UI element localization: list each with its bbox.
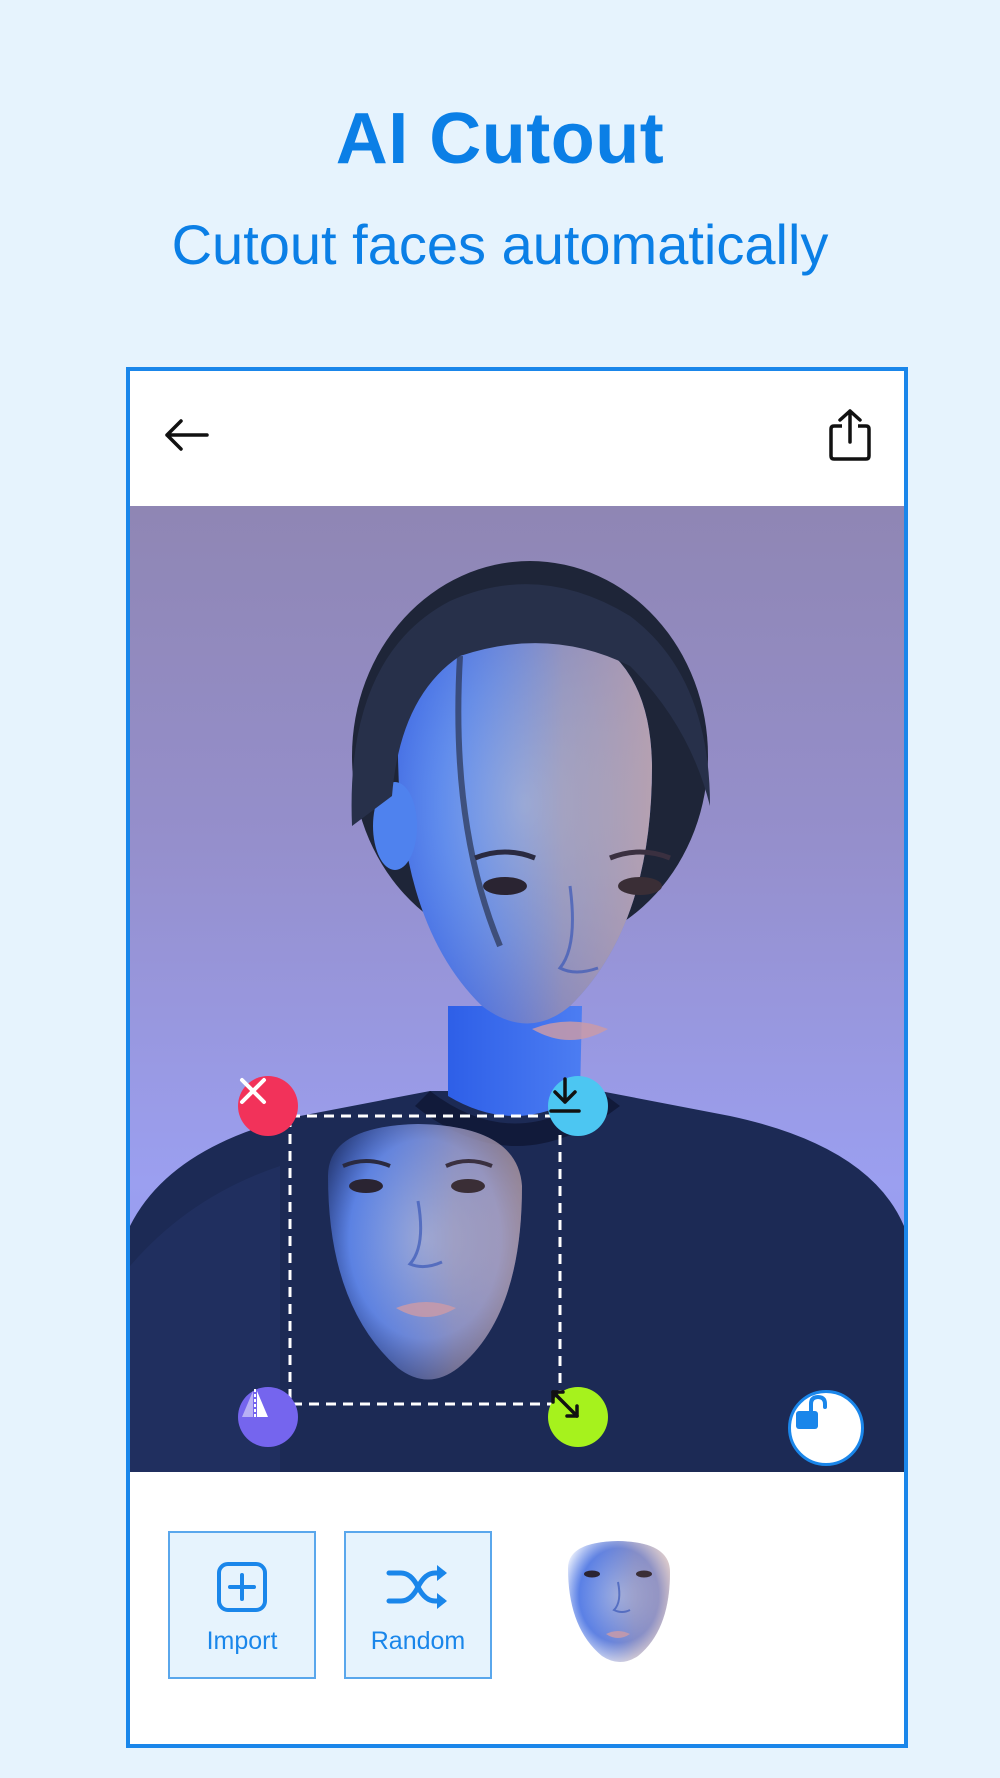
page-title: AI Cutout (335, 99, 665, 179)
shuffle-icon (385, 1559, 451, 1615)
photo-canvas[interactable] (130, 506, 904, 1472)
app-top-bar (130, 371, 904, 506)
back-button[interactable] (158, 407, 214, 463)
plus-square-icon (216, 1559, 268, 1615)
download-handle[interactable] (548, 1076, 608, 1136)
arrow-left-icon (165, 419, 209, 451)
face-thumbnail[interactable] (562, 1538, 674, 1668)
face-thumbnail-image (568, 1541, 670, 1662)
close-icon (240, 1078, 266, 1104)
flip-icon (242, 1389, 268, 1419)
share-icon (829, 409, 871, 461)
import-label: Import (206, 1627, 278, 1655)
random-button[interactable]: Random (344, 1531, 492, 1679)
download-icon (549, 1077, 581, 1113)
face-cutout-image (288, 1114, 562, 1406)
share-button[interactable] (822, 405, 878, 465)
face-cutout-selection[interactable] (268, 1106, 578, 1418)
random-label: Random (370, 1627, 466, 1655)
resize-diagonal-icon (551, 1390, 579, 1418)
resize-handle[interactable] (548, 1387, 608, 1447)
unlock-icon (796, 1394, 827, 1429)
bottom-toolbar: Import Random (130, 1472, 904, 1744)
lock-toggle-button[interactable] (788, 1390, 864, 1466)
import-button[interactable]: Import (168, 1531, 316, 1679)
delete-handle[interactable] (238, 1076, 298, 1136)
flip-handle[interactable] (238, 1387, 298, 1447)
app-screen: Import Random (126, 367, 908, 1748)
page-subtitle: Cutout faces automatically (171, 213, 829, 276)
